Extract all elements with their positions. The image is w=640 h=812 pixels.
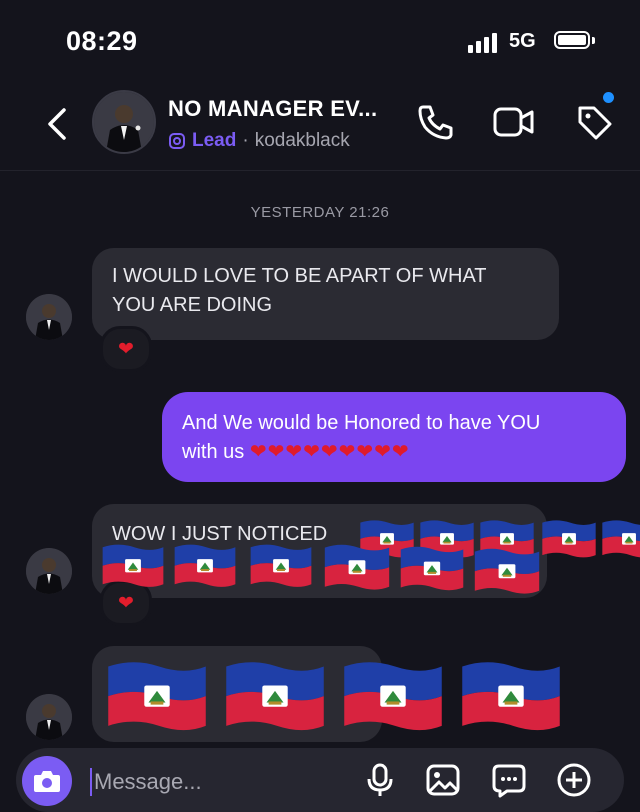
- message-line: with us: [182, 441, 245, 463]
- message-line: YOU ARE DOING: [112, 294, 273, 316]
- haiti-flag-emoji: [108, 662, 206, 731]
- separator: ·: [242, 130, 249, 151]
- haiti-flag-emoji: [250, 544, 312, 587]
- haiti-flag-emoji: [324, 544, 390, 590]
- chat-subtitle: Lead · kodakblack: [168, 130, 350, 152]
- message-bubble-incoming[interactable]: I WOULD LOVE TO BE APART OF WHAT YOU ARE…: [92, 248, 559, 340]
- message-input[interactable]: Message...: [94, 769, 202, 795]
- message-line: And We would be Honored to have YOU: [182, 412, 541, 434]
- camera-button[interactable]: [22, 756, 72, 806]
- heart-emojis: ❤❤❤❤❤❤❤❤❤: [249, 441, 410, 463]
- avatar[interactable]: [26, 294, 72, 340]
- haiti-flag-emoji: [344, 662, 442, 731]
- gallery-icon[interactable]: [425, 762, 461, 798]
- haiti-flag-emoji: [174, 544, 236, 587]
- message-bubble-outgoing[interactable]: And We would be Honored to have YOU with…: [162, 392, 626, 482]
- chat-title[interactable]: NO MANAGER EV...: [168, 96, 377, 122]
- battery-tip: [592, 37, 595, 44]
- sticker-icon[interactable]: [491, 762, 527, 798]
- haiti-flag-emoji: [400, 546, 464, 591]
- haiti-flag-emoji: [226, 662, 324, 731]
- avatar[interactable]: [26, 694, 72, 740]
- battery-icon: [554, 31, 590, 49]
- tag-icon[interactable]: [572, 100, 616, 144]
- lead-icon: [169, 133, 185, 149]
- video-call-icon[interactable]: [492, 100, 536, 144]
- haiti-flag-emoji: [102, 544, 164, 587]
- username: kodakblack: [254, 130, 350, 151]
- text-caret: [90, 768, 92, 796]
- heart-reaction[interactable]: ❤: [100, 326, 152, 372]
- avatar[interactable]: [92, 90, 156, 154]
- haiti-flag-emoji: [462, 662, 560, 731]
- microphone-icon[interactable]: [362, 762, 398, 798]
- message-timestamp: YESTERDAY 21:26: [250, 204, 390, 221]
- add-icon[interactable]: [556, 762, 592, 798]
- header-divider: [0, 170, 640, 171]
- notification-dot: [603, 92, 614, 103]
- network-label: 5G: [509, 30, 536, 52]
- haiti-flag-emoji: [474, 548, 540, 594]
- avatar[interactable]: [26, 548, 72, 594]
- lead-badge: Lead: [192, 130, 237, 151]
- message-line: I WOULD LOVE TO BE APART OF WHAT: [112, 265, 487, 287]
- camera-icon: [34, 771, 60, 792]
- signal-icon: [468, 33, 497, 53]
- phone-icon[interactable]: [414, 100, 458, 144]
- status-time: 08:29: [66, 26, 138, 56]
- haiti-flag-emoji: [542, 520, 596, 558]
- haiti-flag-emoji: [602, 520, 640, 558]
- back-icon[interactable]: [38, 104, 78, 144]
